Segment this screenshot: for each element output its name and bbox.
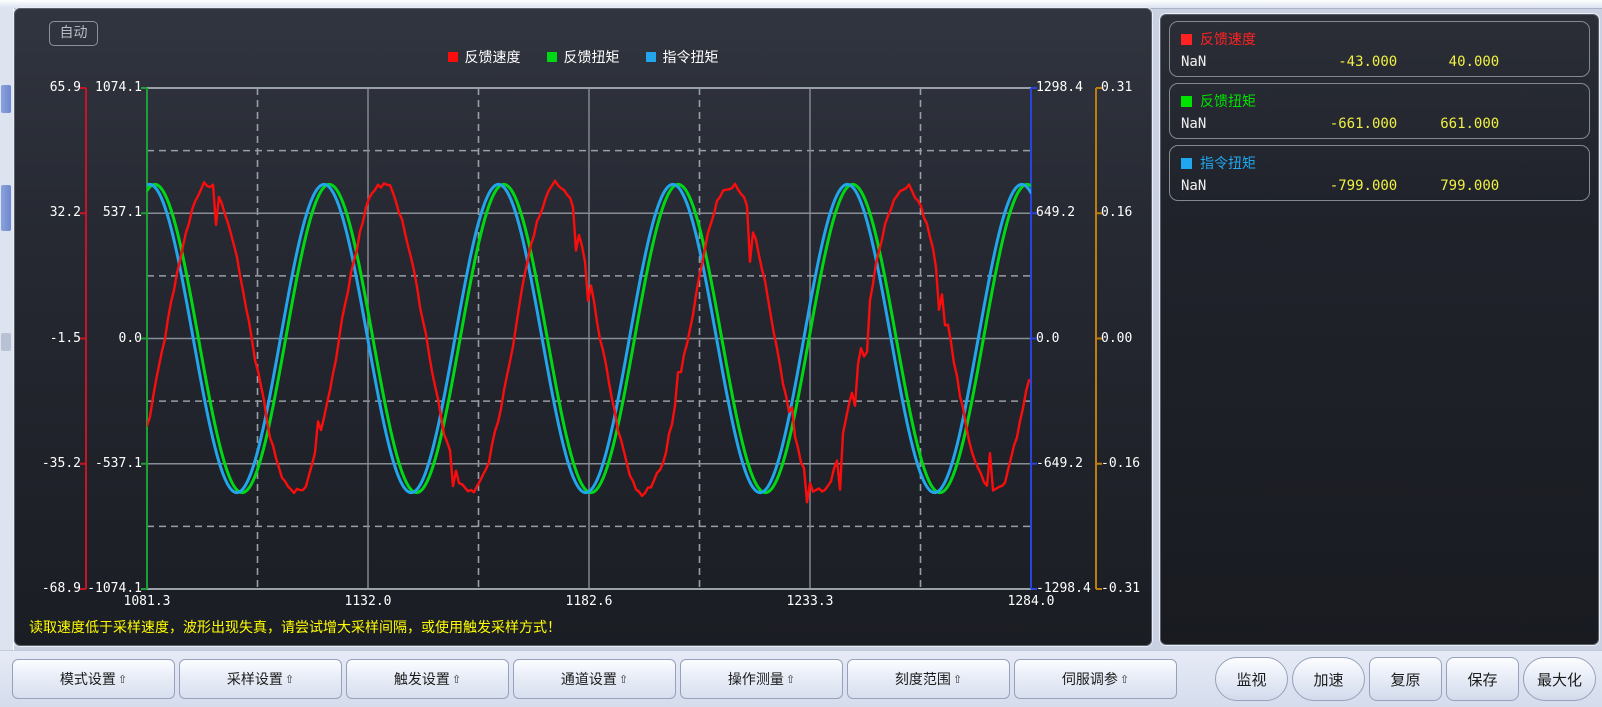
settings-menu-group: 模式设置⇧采样设置⇧触发设置⇧通道设置⇧操作测量⇧刻度范围⇧伺服调参⇧ [12,659,1177,699]
waveform-scope-panel: 65.932.2-1.5-35.2-68.91074.1537.10.0-537… [14,8,1152,646]
menu-button-3[interactable]: 通道设置⇧ [513,659,676,699]
sampling-warning-text: 读取速度低于采样速度，波形出现失真，请尝试增大采样间隔，或使用触发采样方式！ [29,617,561,637]
bottom-toolbar: 模式设置⇧采样设置⇧触发设置⇧通道设置⇧操作测量⇧刻度范围⇧伺服调参⇧ 监视加速… [0,650,1602,707]
menu-button-label: 通道设置 [561,669,617,689]
popup-arrow-icon: ⇧ [1120,673,1129,686]
menu-button-6[interactable]: 伺服调参⇧ [1014,659,1177,699]
menu-button-label: 采样设置 [227,669,283,689]
menu-button-label: 模式设置 [60,669,116,689]
auto-scale-button[interactable]: 自动 [49,21,98,46]
channel-swatch-icon [1181,158,1192,169]
menu-button-label: 刻度范围 [895,669,951,689]
channel-name: 指令扭矩 [1200,153,1256,173]
left-dock-strip[interactable] [0,8,14,707]
channel-box-0[interactable]: 反馈速度 NaN-43.00040.000 [1169,21,1590,77]
popup-arrow-icon: ⇧ [118,673,127,686]
popup-arrow-icon: ⇧ [452,673,461,686]
channel-max-value: 661.000 [1397,116,1499,132]
action-button-2[interactable]: 复原 [1369,657,1442,701]
action-button-1[interactable]: 加速 [1292,657,1365,701]
channel-max-value: 799.000 [1397,178,1499,194]
servo-oscilloscope-app: 65.932.2-1.5-35.2-68.91074.1537.10.0-537… [0,0,1602,707]
channel-box-1[interactable]: 反馈扭矩 NaN-661.000661.000 [1169,83,1590,139]
channel-current-value: NaN [1181,116,1295,132]
menu-button-2[interactable]: 触发设置⇧ [346,659,509,699]
channel-name: 反馈扭矩 [1200,91,1256,111]
channel-max-value: 40.000 [1397,54,1499,70]
waveform-plot[interactable] [15,9,1151,645]
channel-box-2[interactable]: 指令扭矩 NaN-799.000799.000 [1169,145,1590,201]
menu-button-label: 触发设置 [394,669,450,689]
channel-stats-panel: 反馈速度NaN-43.00040.000反馈扭矩NaN-661.000661.0… [1160,14,1599,645]
dock-handle[interactable] [1,185,11,231]
dock-handle [1,333,11,351]
channel-swatch-icon [1181,96,1192,107]
menu-button-1[interactable]: 采样设置⇧ [179,659,342,699]
action-button-4[interactable]: 最大化 [1523,657,1596,701]
channel-name: 反馈速度 [1200,29,1256,49]
menu-button-5[interactable]: 刻度范围⇧ [847,659,1010,699]
popup-arrow-icon: ⇧ [953,673,962,686]
channel-min-value: -661.000 [1295,116,1397,132]
menu-button-label: 伺服调参 [1062,669,1118,689]
dock-handle[interactable] [1,85,11,113]
menu-button-0[interactable]: 模式设置⇧ [12,659,175,699]
action-button-group: 监视加速复原保存最大化 [1215,657,1596,701]
channel-min-value: -799.000 [1295,178,1397,194]
menu-button-label: 操作测量 [728,669,784,689]
action-button-3[interactable]: 保存 [1446,657,1519,701]
menu-button-4[interactable]: 操作测量⇧ [680,659,843,699]
popup-arrow-icon: ⇧ [619,673,628,686]
popup-arrow-icon: ⇧ [285,673,294,686]
channel-current-value: NaN [1181,178,1295,194]
popup-arrow-icon: ⇧ [786,673,795,686]
action-button-0[interactable]: 监视 [1215,657,1288,701]
channel-current-value: NaN [1181,54,1295,70]
channel-swatch-icon [1181,34,1192,45]
channel-min-value: -43.000 [1295,54,1397,70]
